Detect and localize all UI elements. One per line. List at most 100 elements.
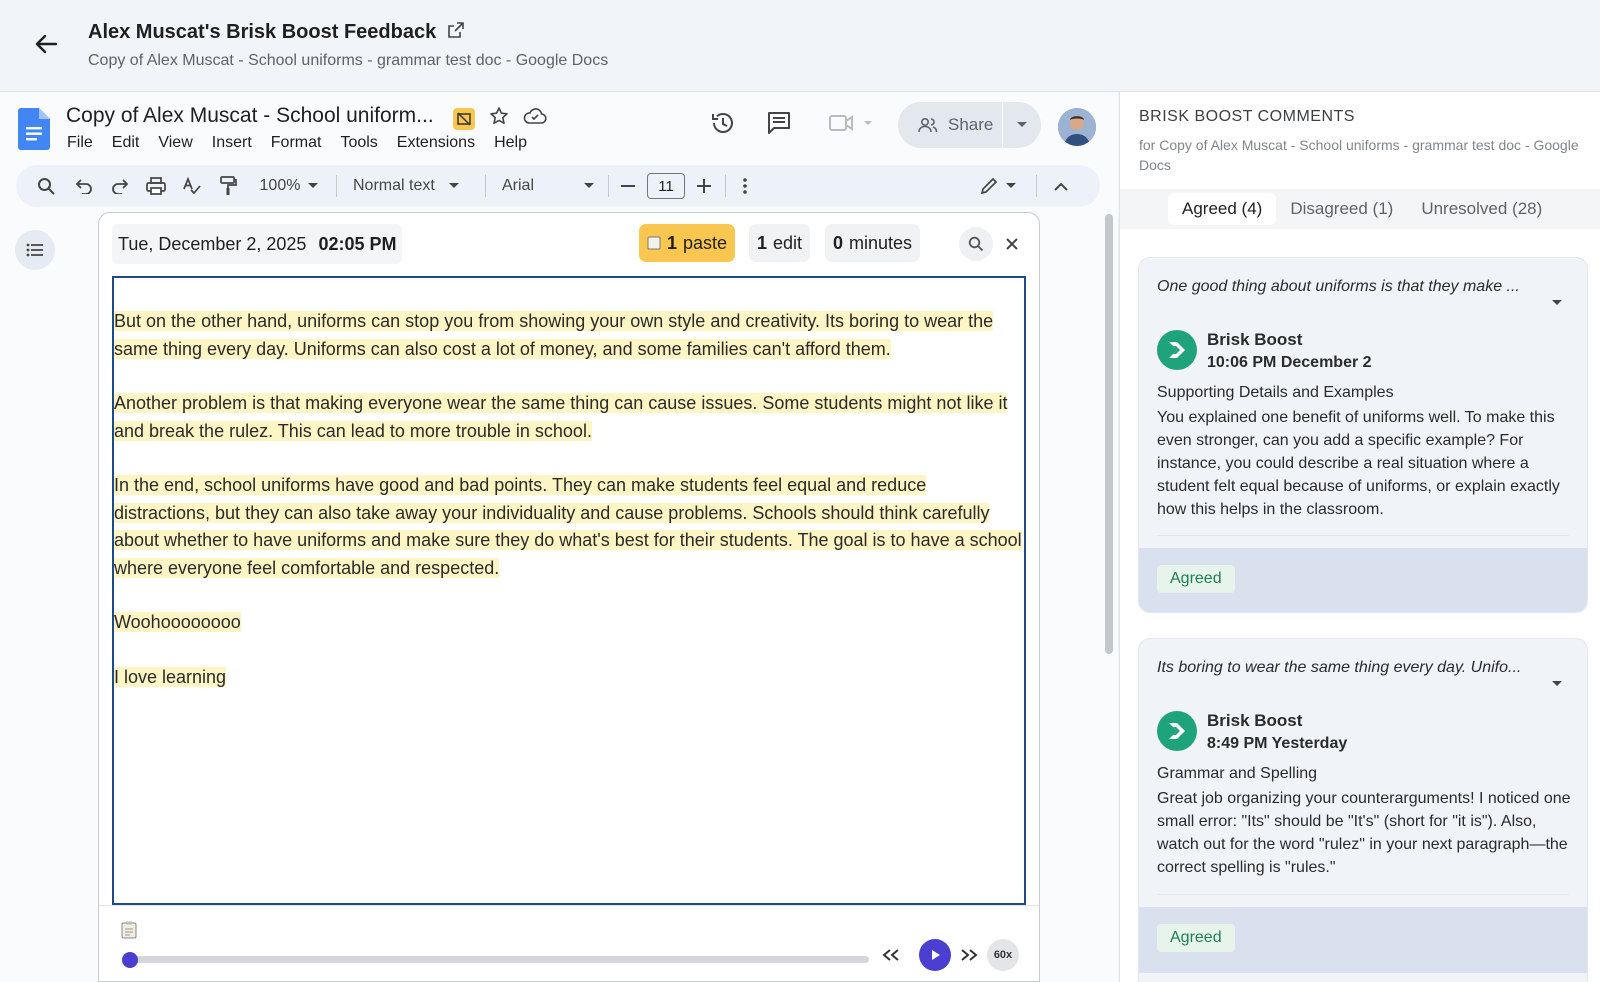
cloud-saved-icon[interactable] (523, 107, 547, 130)
star-icon[interactable] (489, 106, 509, 131)
tab-unresolved[interactable]: Unresolved (28) (1407, 193, 1556, 225)
undo-icon[interactable] (72, 178, 96, 194)
expand-caret-icon[interactable] (1551, 675, 1563, 693)
comment-body: You explained one benefit of uniforms we… (1157, 409, 1560, 518)
menu-insert[interactable]: Insert (212, 134, 252, 152)
play-button[interactable] (919, 939, 951, 971)
edit-count: 1 (757, 232, 768, 253)
paragraph-4: Woohoooooooo (114, 609, 1024, 637)
replay-timeline-track[interactable] (127, 956, 869, 963)
replay-timeline-thumb[interactable] (122, 952, 138, 968)
comment-time: 8:49 PM Yesterday (1207, 735, 1348, 752)
paste-count-badge[interactable]: 1 paste (639, 224, 736, 262)
editing-mode-select[interactable] (978, 177, 1018, 195)
font-size-input[interactable]: 11 (647, 173, 685, 199)
menu-tools[interactable]: Tools (340, 134, 377, 152)
zoom-search-icon[interactable] (959, 227, 993, 261)
card-divider (1157, 894, 1569, 895)
print-icon[interactable] (144, 177, 168, 195)
replay-time: 02:05 PM (318, 233, 397, 254)
docs-scrollbar[interactable] (1105, 214, 1113, 654)
docs-toolbar: 100% Normal text Arial 11 (16, 165, 1100, 207)
search-menus-icon[interactable] (34, 177, 58, 195)
doc-title[interactable]: Copy of Alex Muscat - School uniform... (66, 104, 434, 128)
increase-font-size-icon[interactable] (695, 179, 713, 193)
brisk-comments-panel: BRISK BOOST COMMENTS for Copy of Alex Mu… (1119, 92, 1600, 982)
comment-author: Brisk Boost (1207, 330, 1303, 349)
comment-category: Grammar and Spelling (1157, 765, 1318, 782)
menu-help[interactable]: Help (494, 134, 527, 152)
paste-count: 1 (667, 232, 678, 253)
brisk-extension-icon[interactable] (453, 107, 475, 130)
comment-card: Its boring to wear the same thing every … (1138, 638, 1588, 982)
clipboard-icon (647, 236, 661, 250)
paragraph-4-text: Woohoooooooo (114, 612, 241, 632)
comment-quote: Its boring to wear the same thing every … (1157, 659, 1522, 676)
font-select[interactable]: Arial (502, 177, 594, 195)
toolbar-divider (485, 175, 486, 197)
zoom-select[interactable]: 100% (254, 177, 324, 195)
meet-video-icon[interactable] (828, 110, 876, 141)
close-icon[interactable] (995, 227, 1029, 261)
status-badge: Agreed (1157, 565, 1235, 593)
paragraph-style-value: Normal text (353, 177, 435, 194)
more-options-icon[interactable] (740, 178, 750, 194)
menu-edit[interactable]: Edit (112, 134, 140, 152)
user-avatar[interactable] (1058, 108, 1096, 146)
replay-timestamp: Tue, December 2, 2025 02:05 PM (112, 224, 403, 264)
spellcheck-icon[interactable] (180, 177, 204, 195)
version-history-icon[interactable] (710, 110, 736, 141)
menu-format[interactable]: Format (271, 134, 322, 152)
comment-card: One good thing about uniforms is that th… (1138, 257, 1588, 613)
paragraph-1-text: But on the other hand, uniforms can stop… (114, 311, 994, 359)
paint-format-icon[interactable] (216, 176, 240, 196)
rewind-icon[interactable] (877, 939, 905, 971)
paragraph-2: Another problem is that making everyone … (114, 390, 1024, 445)
paragraph-3-text: In the end, school uniforms have good an… (114, 475, 1022, 578)
play-icon (932, 950, 940, 960)
fast-forward-icon[interactable] (955, 939, 983, 971)
playback-speed-button[interactable]: 60x (987, 939, 1019, 971)
replay-modal: Tue, December 2, 2025 02:05 PM 1 paste 1… (98, 212, 1040, 982)
collapse-toolbar-icon[interactable] (1051, 182, 1071, 191)
panel-heading: BRISK BOOST COMMENTS (1139, 108, 1355, 125)
comment-time: 10:06 PM December 2 (1207, 354, 1372, 371)
toolbar-divider (725, 175, 726, 197)
pencil-icon (980, 177, 998, 195)
comment-quote: One good thing about uniforms is that th… (1157, 278, 1520, 295)
comment-author: Brisk Boost (1207, 711, 1303, 730)
share-label: Share (948, 115, 994, 134)
back-arrow-icon[interactable] (30, 28, 62, 60)
comment-body: Great job organizing your counterargumen… (1157, 790, 1571, 876)
style-caret-icon (448, 183, 459, 188)
menu-file[interactable]: File (67, 134, 93, 152)
docs-logo-icon[interactable] (18, 108, 50, 150)
paragraph-1: But on the other hand, uniforms can stop… (114, 308, 1024, 363)
paragraph-style-select[interactable]: Normal text (353, 177, 473, 195)
tab-disagreed[interactable]: Disagreed (1) (1276, 193, 1407, 225)
minutes-badge[interactable]: 0 minutes (825, 224, 921, 262)
share-dropdown-icon[interactable] (1003, 121, 1041, 129)
comments-icon[interactable] (766, 110, 792, 141)
paragraph-2-text: Another problem is that making everyone … (114, 393, 1008, 441)
paste-marker-icon[interactable] (121, 921, 137, 939)
toolbar-divider (336, 175, 337, 197)
decrease-font-size-icon[interactable] (619, 185, 637, 187)
font-value: Arial (502, 177, 535, 194)
menu-extensions[interactable]: Extensions (397, 134, 475, 152)
redo-icon[interactable] (108, 178, 132, 194)
share-button[interactable]: Share (898, 115, 1002, 135)
feedback-header: Alex Muscat's Brisk Boost Feedback Copy … (0, 0, 1600, 92)
edit-count-badge[interactable]: 1 edit (749, 224, 811, 262)
comment-footer: Agreed (1139, 907, 1587, 973)
menu-view[interactable]: View (158, 134, 192, 152)
open-external-icon[interactable] (448, 21, 465, 44)
tab-agreed[interactable]: Agreed (4) (1168, 193, 1277, 225)
share-button-group: Share (898, 102, 1041, 148)
replay-player: 60x (99, 905, 1039, 982)
document-outline-icon[interactable] (15, 230, 55, 270)
card-divider (1157, 535, 1569, 536)
docs-menubar: File Edit View Insert Format Tools Exten… (67, 134, 527, 152)
expand-caret-icon[interactable] (1551, 294, 1563, 312)
zoom-value: 100% (259, 177, 301, 194)
